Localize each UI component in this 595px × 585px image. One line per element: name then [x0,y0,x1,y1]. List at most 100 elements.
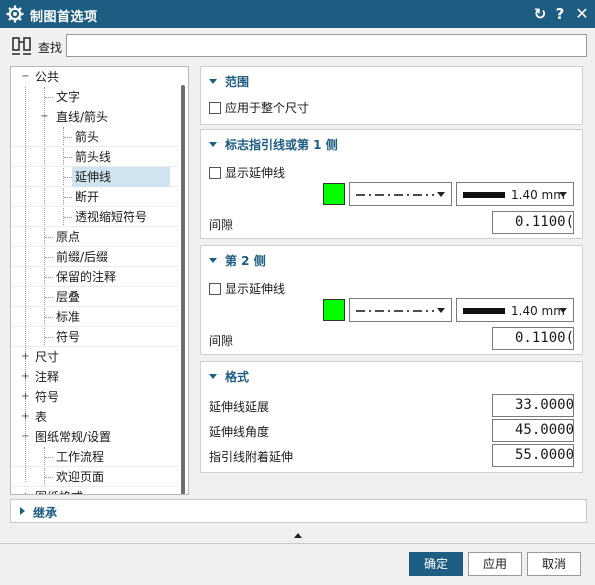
side2-section: 第 2 侧 显示延伸线 1.40 mm 间隙 0.1100( [200,245,583,355]
extension-extend-input[interactable]: 33.0000( [492,394,574,417]
tree-item-label: 箭头线 [75,150,112,164]
settings-panel: 范围 应用于整个尺寸 标志指引线或第 1 侧 显示延伸线 1.40 mm 间隙 … [198,66,586,495]
help-icon[interactable]: ? [550,4,570,24]
extension-angle-label: 延伸线角度 [209,425,270,439]
side1-color-swatch[interactable] [323,183,345,205]
apply-button[interactable]: 应用 [468,552,522,576]
cancel-button[interactable]: 取消 [527,552,581,576]
chevron-down-icon [559,308,567,313]
tree-item-label: 图纸格式 [32,487,86,494]
apply-whole-dimension-checkbox[interactable]: 应用于整个尺寸 [209,99,309,116]
find-bar: 查找 [0,28,595,64]
tree-item-origin[interactable]: 原点 [11,227,178,247]
tree-item-common[interactable]: − 公共 [11,67,178,87]
tree-item-label: 原点 [56,230,81,244]
tree-scrollbar[interactable] [178,67,188,494]
side2-line-width-dropdown[interactable]: 1.40 mm [456,298,574,322]
tree-item-line-arrow[interactable]: − 直线/箭头 [11,107,178,127]
tree-item-drawing-general[interactable]: − 图纸常规/设置 [11,427,178,447]
side2-line-style-dropdown[interactable] [349,298,452,322]
tree-item-label: 工作流程 [56,450,105,464]
scrollbar-thumb[interactable] [181,85,185,494]
tree-item-workflow[interactable]: 工作流程 [11,447,178,467]
extension-angle-input[interactable]: 45.0000( [492,419,574,442]
tree-item-break[interactable]: 断开 [11,187,178,207]
chevron-down-icon [209,79,217,84]
divider [0,543,595,544]
tree-item-label: 尺寸 [35,350,60,364]
binoculars-icon [12,37,31,55]
side1-header[interactable]: 标志指引线或第 1 侧 [209,136,338,153]
reset-icon[interactable]: ↻ [530,4,550,24]
side1-line-style-dropdown[interactable] [349,182,452,206]
extension-extend-label: 延伸线延展 [209,400,270,414]
tree-item-foreshortening[interactable]: 透视缩短符号 [11,207,178,227]
checkbox-box[interactable] [209,282,221,295]
close-icon[interactable]: ✕ [572,4,592,24]
checkbox-box[interactable] [209,101,221,114]
tree-item-prefix-suffix[interactable]: 前缀/后缀 [11,247,178,267]
tree-item-label: 延伸线 [72,167,170,187]
tree-item-label: 欢迎页面 [56,470,105,484]
tree-item-table[interactable]: + 表 [11,407,178,427]
collapse-icon[interactable]: − [21,432,30,442]
checkbox-label: 应用于整个尺寸 [225,101,310,115]
side2-color-swatch[interactable] [323,299,345,321]
expand-icon[interactable]: + [21,392,30,402]
leader-attach-extend-label: 指引线附着延伸 [209,450,294,464]
collapse-icon[interactable]: − [40,112,49,122]
checkbox-label: 显示延伸线 [225,282,286,296]
find-label: 查找 [38,41,63,55]
tree-item-dimension[interactable]: + 尺寸 [11,347,178,367]
checkbox-box[interactable] [209,166,221,179]
expand-icon[interactable]: + [21,352,30,362]
tree-item-label: 符号 [35,390,60,404]
tree-item-symbols[interactable]: + 符号 [11,387,178,407]
dash-dot-line-icon [356,310,434,312]
tree-item-standard[interactable]: 标准 [11,307,178,327]
side1-line-width-dropdown[interactable]: 1.40 mm [456,182,574,206]
tree-item-label: 标准 [56,310,81,324]
section-title: 第 2 侧 [225,254,266,268]
tree-item-label: 层叠 [56,290,81,304]
chevron-up-icon[interactable] [294,533,302,538]
expand-icon[interactable]: + [21,412,30,422]
tree-item-label: 直线/箭头 [56,110,109,124]
chevron-down-icon [437,192,445,197]
line-width-value: 1.40 mm [511,188,565,202]
tree-item-drawing-format[interactable]: + 图纸格式 [11,487,178,495]
tree-item-extension-line[interactable]: 延伸线 [11,167,178,187]
tree-item-label: 公共 [35,70,60,84]
ok-button[interactable]: 确定 [409,552,463,576]
side2-gap-input[interactable]: 0.1100( [492,327,574,350]
format-header[interactable]: 格式 [209,368,249,385]
side1-section: 标志指引线或第 1 侧 显示延伸线 1.40 mm 间隙 0.1100( [200,129,583,239]
tree-item-symbol[interactable]: 符号 [11,327,178,347]
collapse-icon[interactable]: − [21,72,30,82]
tree-item-label: 符号 [56,330,81,344]
side2-header[interactable]: 第 2 侧 [209,252,266,269]
tree-item-retained-annotations[interactable]: 保留的注释 [11,267,178,287]
expand-icon[interactable]: + [21,372,30,382]
inherit-title: 继承 [33,506,58,520]
tree-item-welcome-page[interactable]: 欢迎页面 [11,467,178,487]
inherit-section[interactable]: 继承 [10,499,587,523]
side2-show-extension-checkbox[interactable]: 显示延伸线 [209,280,285,297]
expand-icon[interactable]: + [21,492,30,495]
tree-item-text[interactable]: 文字 [11,87,178,107]
tree-item-label: 箭头 [75,130,100,144]
side1-show-extension-checkbox[interactable]: 显示延伸线 [209,164,285,181]
tree-item-label: 保留的注释 [56,270,117,284]
tree-item-stacking[interactable]: 层叠 [11,287,178,307]
tree-item-arrow-line[interactable]: 箭头线 [11,147,178,167]
leader-attach-extend-input[interactable]: 55.0000( [492,444,574,467]
find-input[interactable] [66,34,587,57]
section-title: 标志指引线或第 1 侧 [225,138,338,152]
tree-item-arrow[interactable]: 箭头 [11,127,178,147]
checkbox-label: 显示延伸线 [225,166,286,180]
tree-item-label: 文字 [56,90,81,104]
scope-header[interactable]: 范围 [209,73,249,90]
tree-item-annotation[interactable]: + 注释 [11,367,178,387]
side1-gap-input[interactable]: 0.1100( [492,211,574,234]
chevron-down-icon [437,308,445,313]
